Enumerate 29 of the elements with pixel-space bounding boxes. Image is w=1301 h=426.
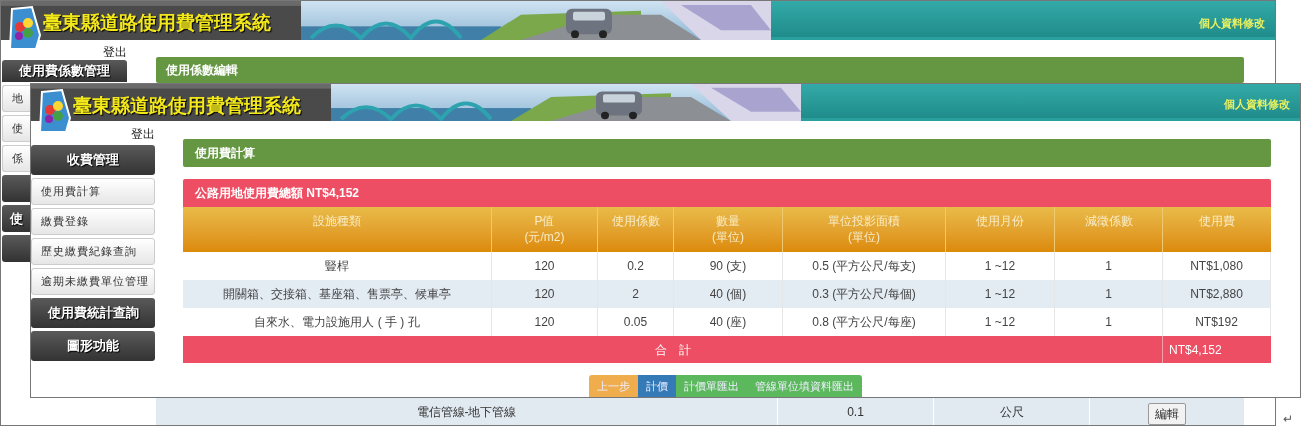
logout-link[interactable]: 登出 [103, 44, 127, 60]
menu-section[interactable]: 使用費統計查詢 [31, 298, 155, 328]
menu-item[interactable]: 係 [2, 145, 30, 172]
column-header: 使用費 [1198, 213, 1236, 230]
logo-icon [36, 88, 72, 134]
menu-item[interactable]: 逾期未繳費單位管理 [31, 268, 155, 295]
menu-section[interactable] [2, 235, 30, 262]
menu-section[interactable]: 收費管理 [31, 145, 155, 175]
menu-section[interactable]: 使用費係數管理 [2, 60, 127, 82]
menu-item[interactable]: 繳費登錄 [31, 208, 155, 235]
total-label: 合 計 [183, 336, 1163, 363]
total-value: NT$4,152 [1168, 341, 1223, 359]
logout-link[interactable]: 登出 [131, 126, 155, 142]
edit-button[interactable]: 編輯 [1148, 402, 1186, 425]
menu-item[interactable]: 使 [2, 115, 30, 142]
menu-section[interactable]: 使 [2, 205, 30, 232]
menu-section[interactable]: 圖形功能 [31, 331, 155, 361]
panel-header: 使用費計算 [183, 139, 1271, 167]
menu-item[interactable]: 地 [2, 85, 30, 112]
menu-section[interactable] [2, 175, 30, 202]
site-title: 臺東縣道路使用費管理系統 [73, 94, 301, 118]
menu-item[interactable]: 使用費計算 [31, 178, 155, 205]
return-mark: ↵ [1283, 411, 1293, 426]
action-button[interactable]: 計價 [637, 375, 676, 397]
total-header: 公路用地使用費總額 NT$4,152 [183, 179, 1271, 207]
site-title: 臺東縣道路使用費管理系統 [43, 11, 271, 35]
menu-item[interactable]: 歷史繳費紀錄查詢 [31, 238, 155, 265]
logo-icon [6, 5, 42, 51]
panel-header: 使用係數編輯 [156, 57, 1244, 83]
